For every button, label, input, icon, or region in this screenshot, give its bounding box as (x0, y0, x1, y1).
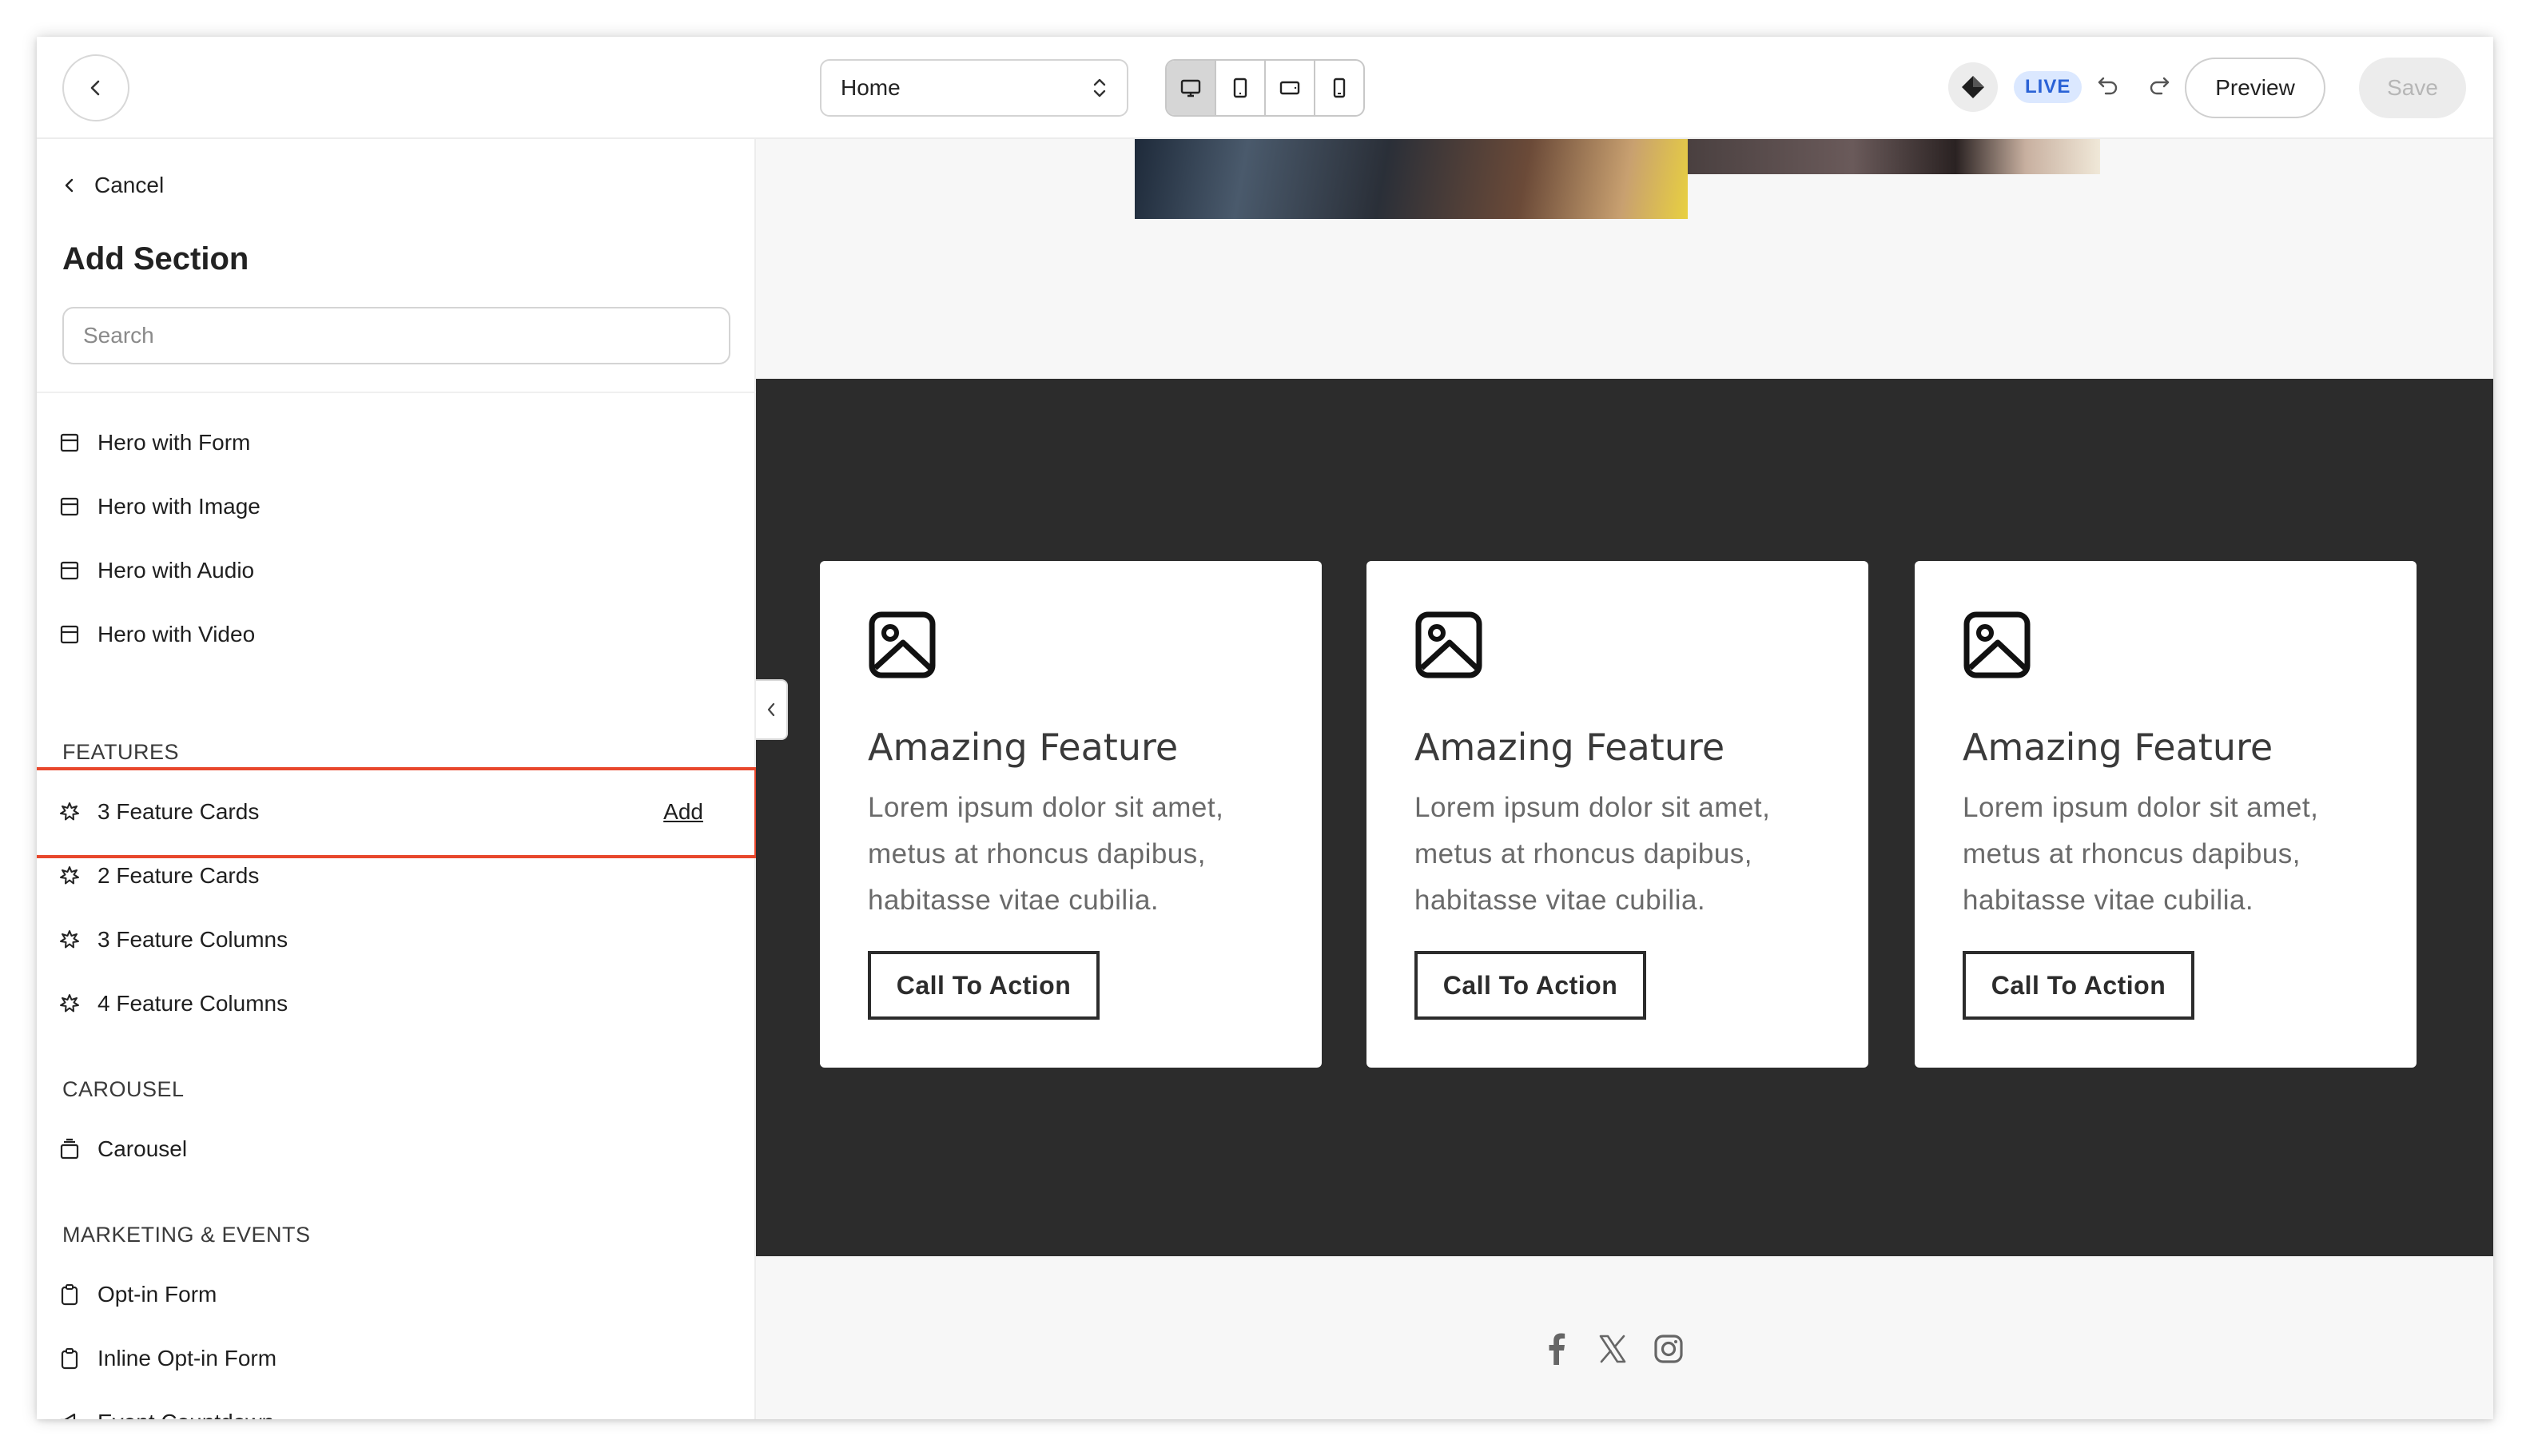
add-section-sidebar: Cancel Add Section Search Hero with Form… (37, 139, 758, 1419)
sidebar-item-label: Hero with Image (97, 494, 261, 519)
category-marketing-events: MARKETING & EVENTS (62, 1223, 311, 1247)
sidebar-item-label: Carousel (97, 1136, 188, 1161)
sidebar-item-hero-with-audio[interactable]: Hero with Audio (58, 545, 729, 596)
chevron-left-icon (767, 702, 775, 717)
feature-card[interactable]: Amazing Feature Lorem ipsum dolor sit am… (1915, 561, 2417, 1068)
cancel-link[interactable]: Cancel (62, 173, 164, 198)
sparkle-icon (58, 800, 82, 824)
facebook-icon[interactable] (1541, 1331, 1573, 1366)
sidebar-item-carousel[interactable]: Carousel (58, 1124, 729, 1175)
sidebar-title: Add Section (62, 241, 249, 276)
device-tablet-button[interactable] (1216, 61, 1266, 115)
sparkle-icon (58, 864, 82, 888)
sidebar-item-hero-with-form[interactable]: Hero with Form (58, 417, 729, 468)
live-status-badge: LIVE (2014, 71, 2082, 103)
sidebar-item-hero-with-image[interactable]: Hero with Image (58, 481, 729, 532)
feature-cards-section[interactable]: Amazing Feature Lorem ipsum dolor sit am… (756, 379, 2493, 1256)
device-mobile-button[interactable] (1315, 61, 1363, 115)
x-icon[interactable] (1597, 1333, 1629, 1365)
redo-icon (2150, 77, 2170, 95)
sidebar-item-label: 3 Feature Columns (97, 927, 288, 952)
sidebar-item-label: Event Countdown (97, 1410, 274, 1419)
section-icon (58, 495, 82, 519)
sparkle-icon (58, 992, 82, 1016)
device-toggle-group (1165, 59, 1365, 117)
sidebar-item-2-feature-cards[interactable]: 2 Feature Cards (58, 850, 729, 901)
desktop-icon (1180, 79, 1201, 97)
page-select-value: Home (841, 75, 901, 100)
preview-button[interactable]: Preview (2185, 58, 2325, 118)
clipboard-icon (58, 1347, 82, 1370)
cancel-label: Cancel (94, 173, 165, 197)
sparkle-icon (58, 928, 82, 952)
sidebar-item-label: Inline Opt-in Form (97, 1346, 277, 1370)
megaphone-icon (58, 1410, 82, 1419)
add-section-link[interactable]: Add (663, 799, 703, 825)
hero-image-left (1135, 139, 1688, 219)
feature-card-title: Amazing Feature (868, 726, 1179, 769)
category-features: FEATURES (62, 740, 180, 764)
section-icon (58, 559, 82, 583)
hero-image-right (1688, 139, 2100, 174)
image-icon (1963, 611, 2031, 679)
feature-card[interactable]: Amazing Feature Lorem ipsum dolor sit am… (820, 561, 1322, 1068)
call-to-action-button[interactable]: Call To Action (868, 951, 1100, 1020)
instagram-icon[interactable] (1653, 1333, 1685, 1365)
tablet-landscape-icon (1279, 81, 1300, 95)
feature-card[interactable]: Amazing Feature Lorem ipsum dolor sit am… (1366, 561, 1868, 1068)
chevron-left-icon (65, 178, 74, 193)
sidebar-item-opt-in-form[interactable]: Opt-in Form (58, 1269, 729, 1320)
call-to-action-button[interactable]: Call To Action (1963, 951, 2194, 1020)
back-button[interactable] (62, 54, 129, 121)
image-icon (1414, 611, 1483, 679)
page-canvas: Amazing Feature Lorem ipsum dolor sit am… (756, 139, 2493, 1419)
redo-button[interactable] (2145, 72, 2172, 99)
divider (37, 392, 756, 393)
feature-card-body: Lorem ipsum dolor sit amet, metus at rho… (868, 792, 1224, 916)
clipboard-icon (58, 1283, 82, 1307)
call-to-action-button[interactable]: Call To Action (1414, 951, 1646, 1020)
device-tablet-landscape-button[interactable] (1266, 61, 1315, 115)
mobile-icon (1333, 78, 1346, 98)
chevron-updown-icon (1093, 78, 1106, 97)
sidebar-item-label: 4 Feature Columns (97, 991, 288, 1016)
undo-icon (2098, 77, 2118, 95)
feature-card-body: Lorem ipsum dolor sit amet, metus at rho… (1414, 792, 1771, 916)
image-icon (868, 611, 937, 679)
collapse-sidebar-button[interactable] (756, 679, 788, 740)
sidebar-item-label: Hero with Audio (97, 558, 255, 583)
feature-card-title: Amazing Feature (1414, 726, 1725, 769)
sidebar-item-label: 2 Feature Cards (97, 863, 260, 888)
sidebar-item-4-feature-columns[interactable]: 4 Feature Columns (58, 978, 729, 1029)
tablet-portrait-icon (1233, 78, 1247, 98)
sidebar-item-label: Opt-in Form (97, 1282, 217, 1307)
social-links (1541, 1331, 1685, 1366)
sidebar-item-label: Hero with Video (97, 622, 256, 646)
sidebar-item-3-feature-columns[interactable]: 3 Feature Columns (58, 914, 729, 965)
section-icon (58, 623, 82, 646)
top-toolbar: Home LIVE Preview Save (37, 37, 2493, 139)
diamond-logo-icon (1962, 76, 1984, 98)
carousel-icon (58, 1137, 82, 1161)
feature-card-body: Lorem ipsum dolor sit amet, metus at rho… (1963, 792, 2319, 916)
category-carousel: CAROUSEL (62, 1077, 185, 1101)
sidebar-item-label: 3 Feature Cards (97, 799, 260, 824)
sidebar-item-hero-with-video[interactable]: Hero with Video (58, 609, 729, 660)
search-input[interactable]: Search (62, 307, 730, 364)
sidebar-item-3-feature-cards[interactable]: 3 Feature Cards Add (58, 786, 729, 837)
feature-card-title: Amazing Feature (1963, 726, 2273, 769)
section-icon (58, 431, 82, 455)
sidebar-item-inline-opt-in-form[interactable]: Inline Opt-in Form (58, 1333, 729, 1384)
chevron-left-icon (90, 80, 100, 96)
sidebar-item-label: Hero with Form (97, 430, 251, 455)
device-desktop-button[interactable] (1167, 61, 1216, 115)
save-button[interactable]: Save (2359, 58, 2466, 118)
page-select[interactable]: Home (820, 59, 1128, 117)
undo-button[interactable] (2095, 72, 2122, 99)
editor-window: Home LIVE Preview Save Cancel Add Sectio… (37, 37, 2493, 1419)
sidebar-item-event-countdown[interactable]: Event Countdown (58, 1397, 729, 1419)
brand-logo-button[interactable] (1948, 62, 1998, 112)
